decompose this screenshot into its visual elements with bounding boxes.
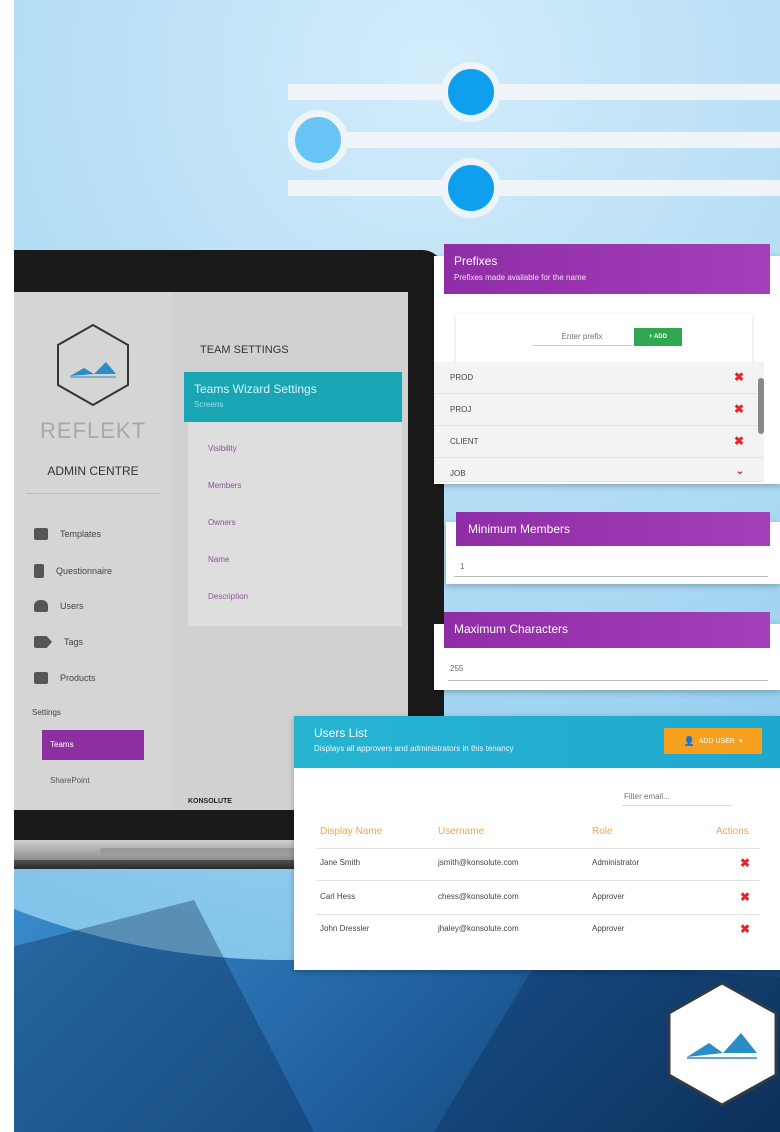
sidebar-item-products[interactable]: Products: [34, 672, 96, 684]
user-role: Administrator: [592, 858, 640, 867]
delete-user-icon[interactable]: ✖: [740, 890, 750, 904]
screen-item-members[interactable]: Members: [208, 481, 241, 490]
sidebar-divider: [26, 493, 160, 494]
slider-track-1: [288, 84, 780, 100]
sidebar: REFLEKT ADMIN CENTRE Templates Questionn…: [14, 292, 172, 810]
reflekt-badge-icon: [667, 981, 778, 1107]
delete-icon[interactable]: ✖: [734, 370, 744, 384]
laptop-notch: [100, 848, 300, 854]
screen-item-name[interactable]: Name: [208, 555, 229, 564]
prefixes-header: Prefixes Prefixes made available for the…: [444, 244, 770, 294]
delete-user-icon[interactable]: ✖: [740, 922, 750, 936]
sidebar-item-questionnaire[interactable]: Questionnaire: [34, 564, 112, 578]
reflekt-logo-icon: [57, 323, 129, 407]
add-user-button[interactable]: 👤 ADD USER ▾: [664, 728, 762, 754]
sidebar-item-teams[interactable]: Teams: [42, 730, 144, 760]
row-divider: [316, 848, 760, 849]
admin-centre-label: ADMIN CENTRE: [47, 464, 139, 478]
sidebar-item-label: Users: [60, 601, 84, 611]
delete-icon[interactable]: ✖: [734, 434, 744, 448]
prefix-label: PROJ: [450, 405, 472, 414]
user-display-name: Carl Hess: [320, 892, 356, 901]
sidebar-item-users[interactable]: Users: [34, 600, 84, 612]
page-title: TEAM SETTINGS: [200, 344, 289, 356]
delete-icon[interactable]: ✖: [734, 402, 744, 416]
users-list-card: Users List Displays all approvers and ad…: [294, 716, 780, 970]
user-display-name: Jane Smith: [320, 858, 361, 867]
users-list-header: Users List Displays all approvers and ad…: [294, 716, 780, 768]
list-item: PROD ✖: [434, 362, 764, 394]
row-divider: [316, 880, 760, 881]
column-header-actions: Actions: [716, 826, 749, 837]
grid-icon: [34, 528, 48, 540]
screen-item-visibility[interactable]: Visibility: [208, 444, 237, 453]
user-role: Approver: [592, 892, 625, 901]
delete-user-icon[interactable]: ✖: [740, 856, 750, 870]
brand-name: REFLEKT: [39, 418, 147, 443]
user-display-name: John Dressler: [320, 924, 370, 933]
sidebar-item-templates[interactable]: Templates: [34, 528, 101, 540]
column-header-role[interactable]: Role: [592, 826, 613, 837]
slider-knob-3: [441, 158, 501, 218]
column-header-display-name[interactable]: Display Name: [320, 826, 382, 837]
caret-down-icon: ▾: [738, 738, 743, 745]
add-user-icon: 👤: [683, 735, 695, 746]
wizard-subtitle: Screens: [194, 400, 224, 409]
prefix-input[interactable]: [532, 328, 632, 346]
add-user-label: ADD USER: [698, 737, 735, 745]
screen-item-description[interactable]: Description: [208, 592, 248, 601]
chevron-down-icon[interactable]: ⌄: [736, 466, 744, 477]
sidebar-item-tags[interactable]: Tags: [34, 636, 83, 648]
slider-knob-1: [441, 62, 501, 122]
minimum-members-header: Minimum Members: [456, 512, 770, 546]
screen-item-owners[interactable]: Owners: [208, 518, 236, 527]
slider-track-3: [288, 180, 780, 196]
prefixes-title: Prefixes: [454, 254, 498, 268]
user-username: jsmith@konsolute.com: [438, 858, 519, 867]
maximum-characters-value[interactable]: 255: [450, 664, 463, 673]
konsolute-footer: KONSOLUTE: [188, 798, 232, 805]
add-prefix-button[interactable]: + ADD: [634, 328, 682, 346]
sidebar-item-label: Tags: [64, 637, 84, 647]
settings-section-label: Settings: [32, 708, 61, 717]
list-item: JOB ⌄: [434, 458, 764, 482]
prefix-label: PROD: [450, 373, 474, 382]
filter-email-input[interactable]: [622, 788, 732, 806]
list-item: CLIENT ✖: [434, 426, 764, 458]
list-item: PROJ ✖: [434, 394, 764, 426]
row-divider: [316, 914, 760, 915]
slider-track-2: [288, 132, 780, 148]
minimum-members-value[interactable]: 1: [460, 562, 464, 571]
slider-knob-2: [288, 110, 348, 170]
sidebar-item-label: Products: [60, 673, 96, 683]
prefix-list-scrollbar[interactable]: [758, 378, 764, 434]
prefix-label: CLIENT: [450, 437, 479, 446]
wizard-settings-card: Teams Wizard Settings Screens Visibility…: [184, 372, 402, 626]
sidebar-item-label: Questionnaire: [56, 566, 113, 576]
tag-icon: [34, 636, 52, 648]
prefixes-subtitle: Prefixes made available for the name: [454, 273, 587, 282]
box-icon: [34, 672, 48, 684]
prefix-input-box: + ADD: [456, 314, 752, 364]
column-header-username[interactable]: Username: [438, 826, 484, 837]
wizard-title: Teams Wizard Settings: [194, 382, 317, 396]
user-username: chess@konsolute.com: [438, 892, 519, 901]
user-role: Approver: [592, 924, 625, 933]
prefix-label: JOB: [450, 469, 466, 478]
sidebar-item-sharepoint[interactable]: SharePoint: [50, 776, 90, 785]
user-username: jhaley@konsolute.com: [438, 924, 519, 933]
input-underline: [454, 576, 768, 577]
sidebar-item-label: Templates: [60, 529, 102, 539]
user-icon: [34, 600, 48, 612]
input-underline: [448, 680, 768, 681]
maximum-characters-header: Maximum Characters: [444, 612, 770, 648]
clipboard-icon: [34, 564, 44, 578]
wizard-settings-header: Teams Wizard Settings Screens: [184, 372, 402, 422]
